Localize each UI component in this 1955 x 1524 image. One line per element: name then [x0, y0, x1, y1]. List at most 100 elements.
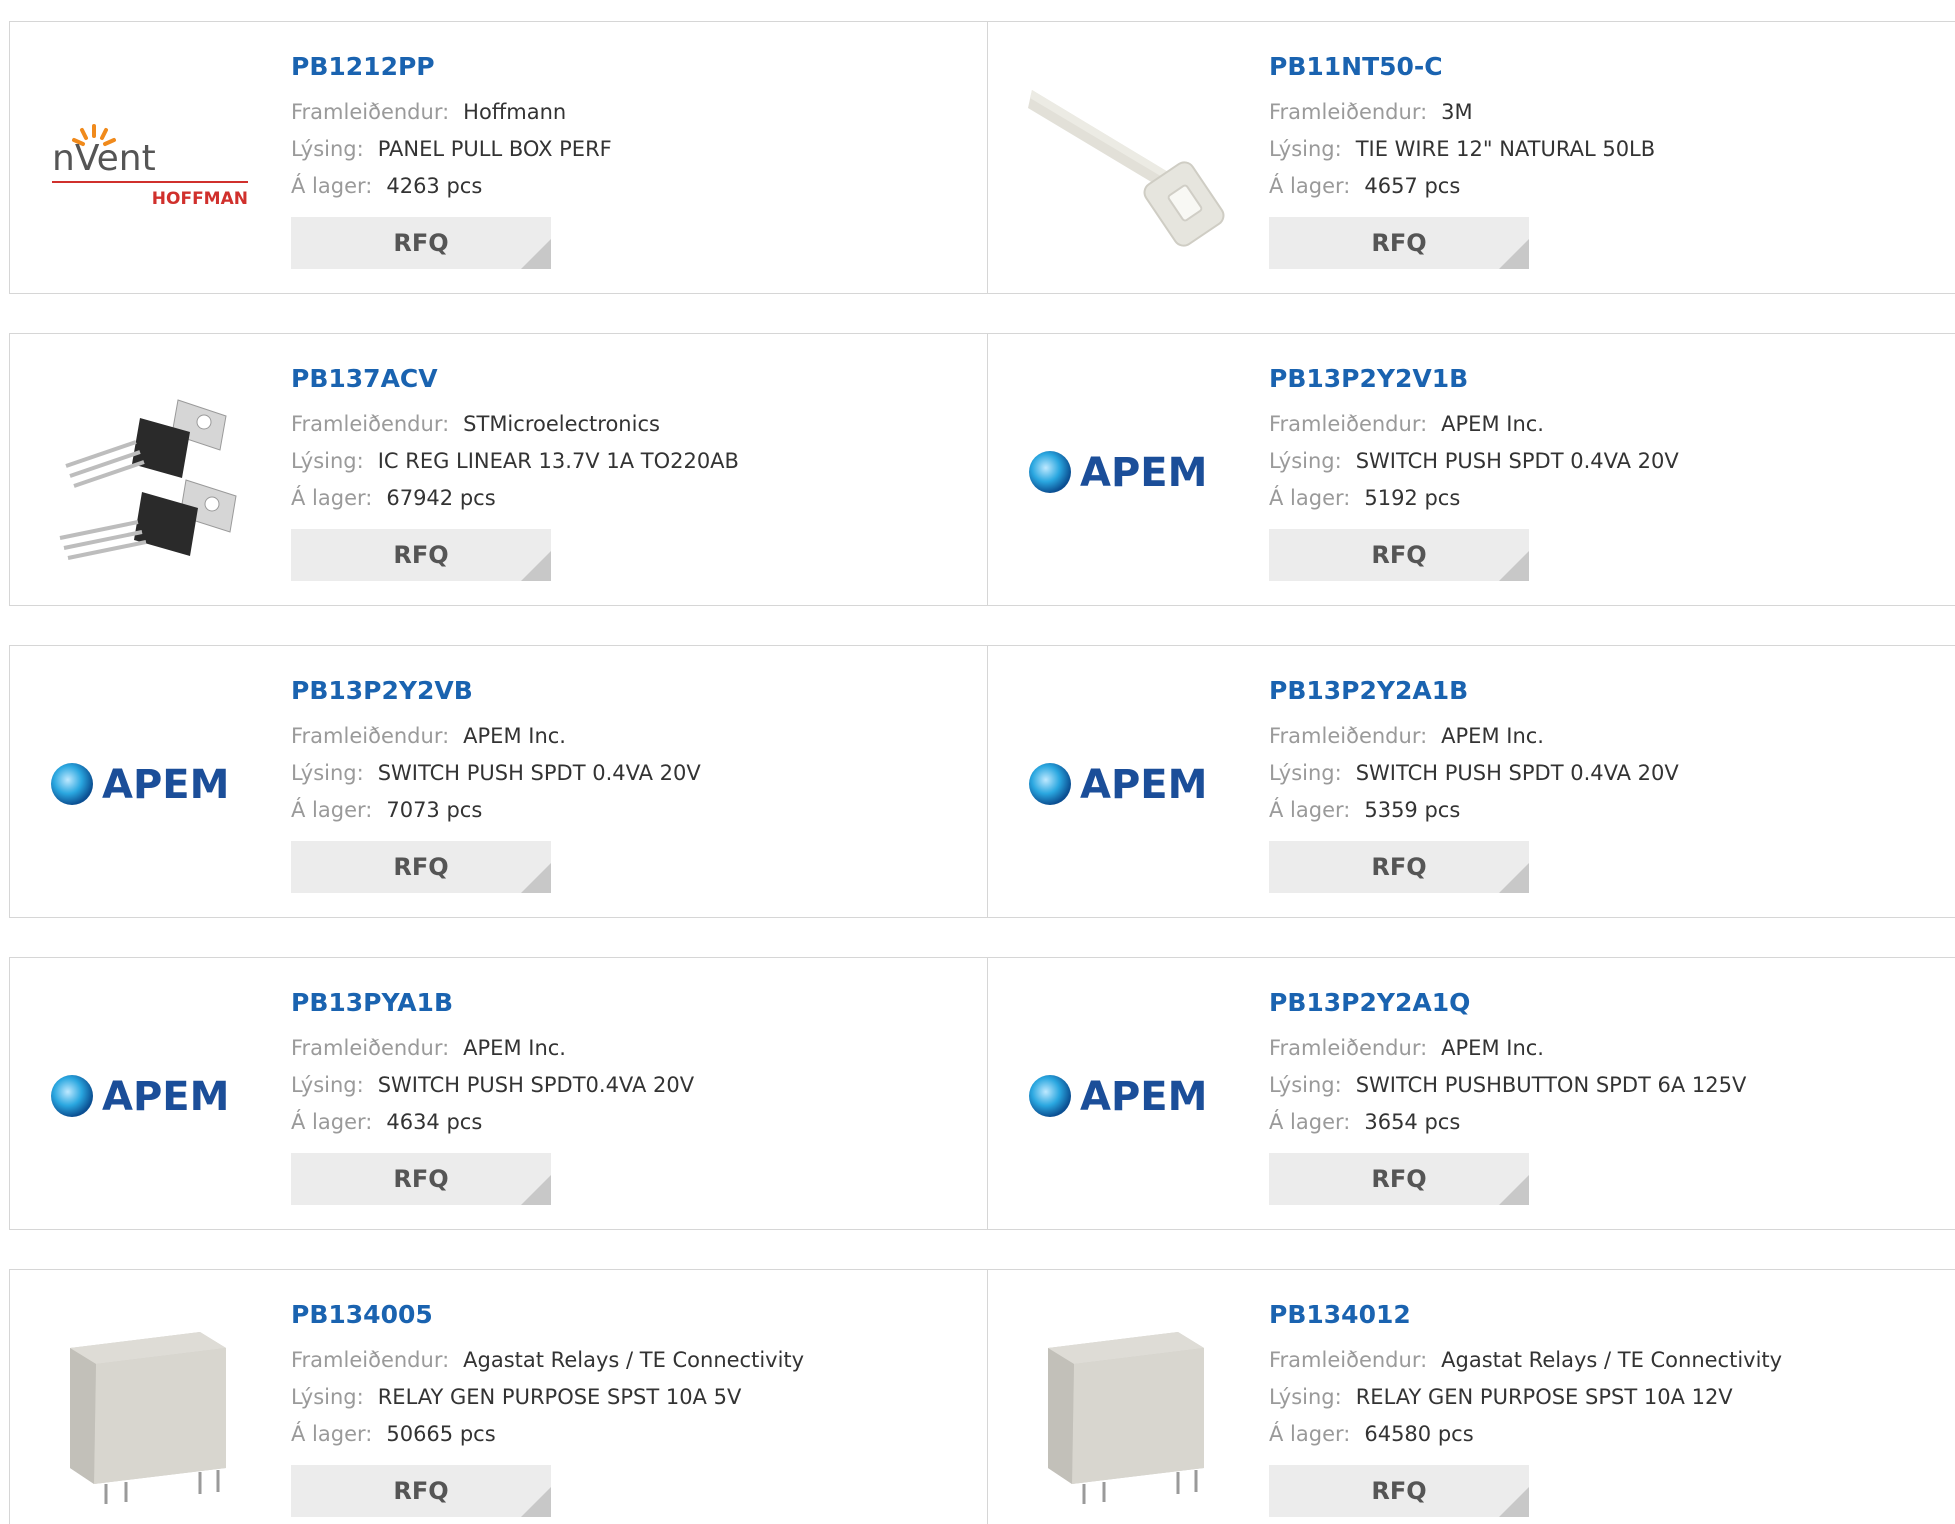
product-image[interactable]: APEM	[1028, 996, 1228, 1196]
rfq-corner-icon	[521, 1487, 551, 1517]
logo-text: APEM	[102, 1074, 229, 1120]
product-part-number-link[interactable]: PB13PYA1B	[291, 986, 694, 1020]
manufacturer-label: Framleiðendur:	[291, 1348, 450, 1372]
product-description-line: Lýsing: SWITCH PUSH SPDT 0.4VA 20V	[291, 755, 701, 792]
manufacturer-label: Framleiðendur:	[1269, 412, 1428, 436]
rfq-button[interactable]: RFQ	[291, 529, 551, 581]
product-manufacturer-line: Framleiðendur: Hoffmann	[291, 94, 612, 131]
description-value: IC REG LINEAR 13.7V 1A TO220AB	[377, 449, 739, 473]
product-row: PB137ACV Framleiðendur: STMicroelectronics…	[9, 333, 1955, 606]
manufacturer-value: APEM Inc.	[1441, 724, 1544, 748]
product-manufacturer-line: Framleiðendur: APEM Inc.	[1269, 1030, 1746, 1067]
product-image[interactable]: APEM	[1028, 684, 1228, 884]
rfq-button[interactable]: RFQ	[291, 841, 551, 893]
product-image[interactable]	[1028, 60, 1228, 260]
product-description-line: Lýsing: RELAY GEN PURPOSE SPST 10A 12V	[1269, 1379, 1782, 1416]
product-part-number-link[interactable]: PB13P2Y2A1B	[1269, 674, 1679, 708]
description-label: Lýsing:	[291, 1073, 364, 1097]
product-image[interactable]: APEM	[50, 996, 250, 1196]
manufacturer-label: Framleiðendur:	[1269, 1348, 1428, 1372]
product-card: PB137ACV Framleiðendur: STMicroelectronics…	[10, 334, 988, 605]
manufacturer-value: APEM Inc.	[463, 1036, 566, 1060]
product-image[interactable]	[1028, 1308, 1228, 1508]
product-part-number-link[interactable]: PB137ACV	[291, 362, 739, 396]
product-part-number-link[interactable]: PB13P2Y2A1Q	[1269, 986, 1746, 1020]
stock-value: 5192 pcs	[1364, 486, 1461, 510]
product-image[interactable]	[50, 372, 250, 572]
manufacturer-label: Framleiðendur:	[291, 412, 450, 436]
rfq-label: RFQ	[393, 1165, 449, 1193]
manufacturer-label: Framleiðendur:	[1269, 100, 1428, 124]
rfq-corner-icon	[521, 1175, 551, 1205]
stock-value: 50665 pcs	[386, 1422, 496, 1446]
stock-value: 64580 pcs	[1364, 1422, 1474, 1446]
logo-text: APEM	[1080, 450, 1207, 496]
stock-label: Á lager:	[1269, 798, 1351, 822]
product-info: PB137ACV Framleiðendur: STMicroelectronics…	[291, 362, 739, 581]
product-info: PB134005 Framleiðendur: Agastat Relays / T…	[291, 1298, 804, 1517]
product-part-number-link[interactable]: PB11NT50-C	[1269, 50, 1655, 84]
product-card: PB11NT50-C Framleiðendur: 3M Lýsing: TIE WIR…	[988, 22, 1955, 293]
stock-label: Á lager:	[1269, 486, 1351, 510]
product-image[interactable]	[50, 1308, 250, 1508]
stock-label: Á lager:	[291, 798, 373, 822]
product-card: APEM PB13P2Y2V1B Framleiðendur: APEM Inc. L…	[988, 334, 1955, 605]
product-card: APEM PB13PYA1B Framleiðendur: APEM Inc. Lýs…	[10, 958, 988, 1229]
rfq-button[interactable]: RFQ	[291, 1465, 551, 1517]
product-image[interactable]: nVent HOFFMAN	[50, 60, 250, 260]
product-part-number-link[interactable]: PB134012	[1269, 1298, 1782, 1332]
product-info: PB11NT50-C Framleiðendur: 3M Lýsing: TIE WIR…	[1269, 50, 1655, 269]
product-part-number-link[interactable]: PB1212PP	[291, 50, 612, 84]
description-label: Lýsing:	[1269, 1385, 1342, 1409]
manufacturer-label: Framleiðendur:	[1269, 724, 1428, 748]
rfq-button[interactable]: RFQ	[1269, 1465, 1529, 1517]
stock-value: 5359 pcs	[1364, 798, 1461, 822]
product-part-number-link[interactable]: PB13P2Y2V1B	[1269, 362, 1679, 396]
logo-text: APEM	[1080, 762, 1207, 808]
manufacturer-label: Framleiðendur:	[1269, 1036, 1428, 1060]
product-card: PB134012 Framleiðendur: Agastat Relays / T…	[988, 1270, 1955, 1524]
description-value: PANEL PULL BOX PERF	[377, 137, 612, 161]
product-info: PB13P2Y2VB Framleiðendur: APEM Inc. Lýsing:…	[291, 674, 701, 893]
rfq-button[interactable]: RFQ	[291, 217, 551, 269]
product-stock-line: Á lager: 5192 pcs	[1269, 480, 1679, 517]
product-image[interactable]: APEM	[1028, 372, 1228, 572]
manufacturer-label: Framleiðendur:	[291, 100, 450, 124]
rfq-button[interactable]: RFQ	[291, 1153, 551, 1205]
rfq-label: RFQ	[1371, 541, 1427, 569]
product-info: PB1212PP Framleiðendur: Hoffmann Lýsing: PAN…	[291, 50, 612, 269]
product-image[interactable]: APEM	[50, 684, 250, 884]
description-value: SWITCH PUSH SPDT 0.4VA 20V	[377, 761, 701, 785]
description-value: RELAY GEN PURPOSE SPST 10A 5V	[377, 1385, 742, 1409]
rfq-button[interactable]: RFQ	[1269, 841, 1529, 893]
product-card: APEM PB13P2Y2VB Framleiðendur: APEM Inc. Lý…	[10, 646, 988, 917]
stock-label: Á lager:	[1269, 1110, 1351, 1134]
description-label: Lýsing:	[291, 449, 364, 473]
product-card: PB134005 Framleiðendur: Agastat Relays / T…	[10, 1270, 988, 1524]
rfq-label: RFQ	[1371, 1477, 1427, 1505]
product-manufacturer-line: Framleiðendur: APEM Inc.	[1269, 718, 1679, 755]
rfq-label: RFQ	[1371, 229, 1427, 257]
product-info: PB13P2Y2V1B Framleiðendur: APEM Inc. Lýsing…	[1269, 362, 1679, 581]
product-card: APEM PB13P2Y2A1Q Framleiðendur: APEM Inc. L…	[988, 958, 1955, 1229]
rfq-label: RFQ	[1371, 853, 1427, 881]
rfq-button[interactable]: RFQ	[1269, 217, 1529, 269]
rfq-corner-icon	[521, 239, 551, 269]
rfq-label: RFQ	[393, 853, 449, 881]
manufacturer-value: STMicroelectronics	[463, 412, 660, 436]
product-info: PB13PYA1B Framleiðendur: APEM Inc. Lýsing: S…	[291, 986, 694, 1205]
product-description-line: Lýsing: SWITCH PUSH SPDT 0.4VA 20V	[1269, 755, 1679, 792]
stock-label: Á lager:	[291, 174, 373, 198]
description-value: SWITCH PUSH SPDT 0.4VA 20V	[1355, 449, 1679, 473]
product-part-number-link[interactable]: PB13P2Y2VB	[291, 674, 701, 708]
rfq-label: RFQ	[393, 1477, 449, 1505]
stock-label: Á lager:	[291, 1110, 373, 1134]
rfq-label: RFQ	[1371, 1165, 1427, 1193]
rfq-button[interactable]: RFQ	[1269, 1153, 1529, 1205]
product-description-line: Lýsing: PANEL PULL BOX PERF	[291, 131, 612, 168]
product-row: PB134005 Framleiðendur: Agastat Relays / T…	[9, 1269, 1955, 1524]
product-part-number-link[interactable]: PB134005	[291, 1298, 804, 1332]
stock-value: 3654 pcs	[1364, 1110, 1461, 1134]
product-stock-line: Á lager: 4634 pcs	[291, 1104, 694, 1141]
rfq-button[interactable]: RFQ	[1269, 529, 1529, 581]
